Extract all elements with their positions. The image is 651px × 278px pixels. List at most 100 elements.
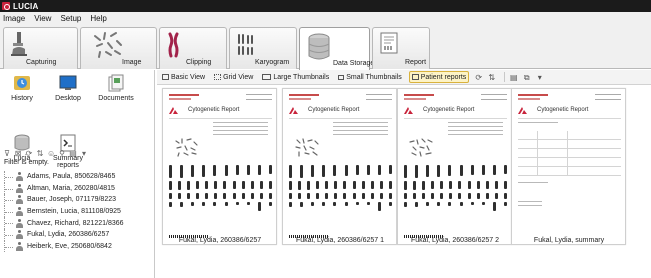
grid-view-icon [214,74,222,80]
shortcut-desktop-label: Desktop [55,95,81,102]
clear-filter-icon[interactable]: ⊠ [14,149,22,158]
filter-icon[interactable]: ⊽ [3,149,11,158]
menu-image[interactable]: Image [3,14,25,23]
export-icon[interactable]: ▾ [80,149,88,158]
shortcut-documents-label: Documents [98,95,134,102]
tab-capturing-label: Capturing [26,59,57,66]
basic-view-label: Basic View [171,73,206,81]
report-rule [518,118,621,119]
delete-icon[interactable]: ▤ [509,73,518,82]
patient-name: Altman, Maria, 260280/4815 [27,184,115,192]
patient-reports-button[interactable]: Patient reports [408,71,470,83]
karyogram-preview [169,165,272,214]
menu-bar: Image View Setup Help [0,12,651,24]
tree-connector [4,171,14,183]
patient-item[interactable]: Bauer, Joseph, 071179/8223 [4,194,154,206]
tab-image[interactable]: Image [80,27,157,69]
menu-setup[interactable]: Setup [60,14,81,23]
lab-logo-icon [518,107,527,114]
tree-connector [4,194,14,206]
person-icon [16,195,23,205]
report-heading: Cytogenetic Report [423,107,475,113]
report-info-lines [213,122,268,138]
report-info-lines [518,201,542,209]
report-thumbnail[interactable]: Cytogenetic Report [511,88,626,245]
patient-name: Fukal, Lydia, 260386/6257 [27,231,110,239]
menu-help[interactable]: Help [90,14,106,23]
patient-item[interactable]: Bernstein, Lucia, 811108/0925 [4,205,154,218]
tab-data-storage[interactable]: Data Storage [299,27,374,70]
person-icon [16,207,23,217]
tab-clipping[interactable]: Clipping [159,27,227,69]
tab-capturing[interactable]: Capturing [3,27,78,69]
patient-icon[interactable]: ☺ [47,149,55,158]
desktop-icon [59,74,77,92]
patient-name: Bauer, Joseph, 071179/8223 [27,196,117,204]
documents-icon [107,74,125,92]
tab-karyogram[interactable]: Karyogram [229,27,297,69]
person-icon [16,218,23,228]
delete-icon[interactable]: ▤ [69,149,77,158]
shortcut-history-label: History [11,95,33,102]
patient-item[interactable]: Adams, Paula, 850628/8465 [4,171,154,183]
tree-connector [4,182,14,195]
lab-logo-icon [289,107,298,114]
patient-name: Adams, Paula, 850628/8465 [27,173,116,181]
patient-reports-label: Patient reports [420,73,467,81]
report-info-lines [518,182,548,186]
chromosome-spread-icon [91,30,125,62]
lucia-app-icon [2,2,10,10]
metaphase-spread-icon [409,138,433,157]
patient-name: Heiberk, Eve, 250680/6842 [27,242,112,250]
basic-view-button[interactable]: Basic View [160,71,207,83]
patient-item[interactable]: Heiberk, Eve, 250680/6842 [4,240,154,253]
report-heading: Cytogenetic Report [308,107,360,113]
large-thumbnails-icon [262,74,272,80]
refresh-icon[interactable]: ⟳ [25,149,33,158]
tab-report-label: Report [405,59,427,66]
patient-item[interactable]: Altman, Maria, 260280/4815 [4,182,154,195]
search-icon[interactable]: ⚲ [58,149,66,158]
person-icon [16,230,23,240]
export-icon[interactable]: ▾ [535,73,544,82]
report-thumbnail-area: Cytogenetic Report Fukal, Lydia, 260386/… [157,86,651,278]
grid-view-button[interactable]: Grid View [212,71,255,83]
basic-view-icon [162,74,169,80]
toolbar-separator [504,72,506,82]
history-icon [13,74,31,92]
metaphase-spread-icon [175,138,198,157]
patient-item[interactable]: Fukal, Lydia, 260386/6257 [4,228,154,241]
shortcut-documents[interactable]: Documents [90,74,142,102]
sort-icon[interactable]: ⇅ [487,73,496,82]
large-thumbnails-button[interactable]: Large Thumbnails [260,71,331,83]
refresh-icon[interactable]: ⟳ [474,73,483,82]
shortcut-history[interactable]: History [0,74,44,102]
copy-icon[interactable]: ⧉ [522,73,531,82]
report-info-lines [448,122,503,138]
lab-logo-icon [169,107,178,114]
report-info-lines [333,122,388,138]
window-title: LUCIA [13,1,39,11]
report-caption: Fukal, Lydia, 260386/6257 [178,237,262,244]
report-icon [380,32,398,56]
tab-report[interactable]: Report [372,27,430,69]
person-icon [16,183,23,193]
patient-item[interactable]: Chavez, Richard, 821221/8366 [4,217,154,229]
report-thumbnail[interactable]: Cytogenetic Report [282,88,397,245]
menu-view[interactable]: View [34,14,51,23]
sort-icon[interactable]: ⇅ [36,149,44,158]
report-thumbnail[interactable]: Cytogenetic Report [162,88,277,245]
small-thumbnails-button[interactable]: Small Thumbnails [336,71,404,83]
database-icon [308,33,330,63]
report-caption: Fukal, Lydia, summary [533,237,605,244]
tree-connector [4,240,14,253]
patient-reports-icon [411,74,419,80]
report-thumbnail[interactable]: Cytogenetic Report [397,88,512,245]
filter-toolbar: ⊽ ⊠ ⟳ ⇅ ☺ ⚲ ▤ ▾ [3,148,153,159]
shortcut-desktop[interactable]: Desktop [46,74,90,102]
lab-logo-icon [404,107,413,114]
report-header [169,94,272,104]
report-rule [404,118,507,119]
tab-data-storage-label: Data Storage [333,60,375,67]
person-icon [16,172,23,182]
